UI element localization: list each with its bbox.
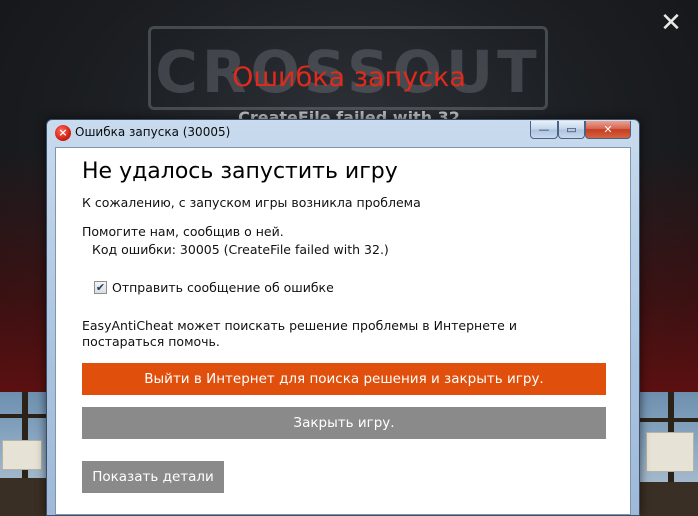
send-report-label[interactable]: Отправить сообщение об ошибке	[112, 280, 334, 295]
launcher-close-icon[interactable]: ✕	[656, 8, 686, 38]
error-icon: ×	[55, 125, 71, 141]
eac-message: EasyAntiCheat может поискать решение про…	[82, 318, 517, 349]
launcher-error-title: Ошибка запуска	[232, 62, 466, 93]
maximize-button[interactable]: ▭	[558, 121, 585, 139]
error-dialog: × Ошибка запуска (30005) — ▭ ✕ Не удалос…	[46, 119, 640, 516]
error-code: Код ошибки: 30005 (CreateFile failed wit…	[92, 242, 389, 257]
show-details-button[interactable]: Показать детали	[82, 461, 224, 493]
close-game-button[interactable]: Закрыть игру.	[82, 407, 606, 439]
ship-sail-right	[646, 432, 694, 472]
search-online-button[interactable]: Выйти в Интернет для поиска решения и за…	[82, 363, 606, 395]
dialog-content: Не удалось запустить игру К сожалению, с…	[55, 147, 631, 515]
ship-hull-left	[0, 478, 46, 516]
dialog-heading: Не удалось запустить игру	[82, 159, 398, 184]
close-window-button[interactable]: ✕	[585, 121, 631, 139]
help-message: Помогите нам, сообщив о ней.	[82, 224, 284, 239]
ship-sail-left	[2, 440, 42, 470]
send-report-checkbox[interactable]: ✔	[94, 281, 107, 294]
ship-yard-right	[640, 418, 698, 422]
dialog-titlebar[interactable]: × Ошибка запуска (30005) — ▭ ✕	[47, 120, 639, 146]
sorry-message: К сожалению, с запуском игры возникла пр…	[82, 195, 421, 210]
minimize-button[interactable]: —	[530, 121, 558, 139]
ship-yard-left	[0, 414, 46, 418]
dialog-title: Ошибка запуска (30005)	[75, 125, 231, 139]
ship-hull-right	[640, 482, 698, 516]
